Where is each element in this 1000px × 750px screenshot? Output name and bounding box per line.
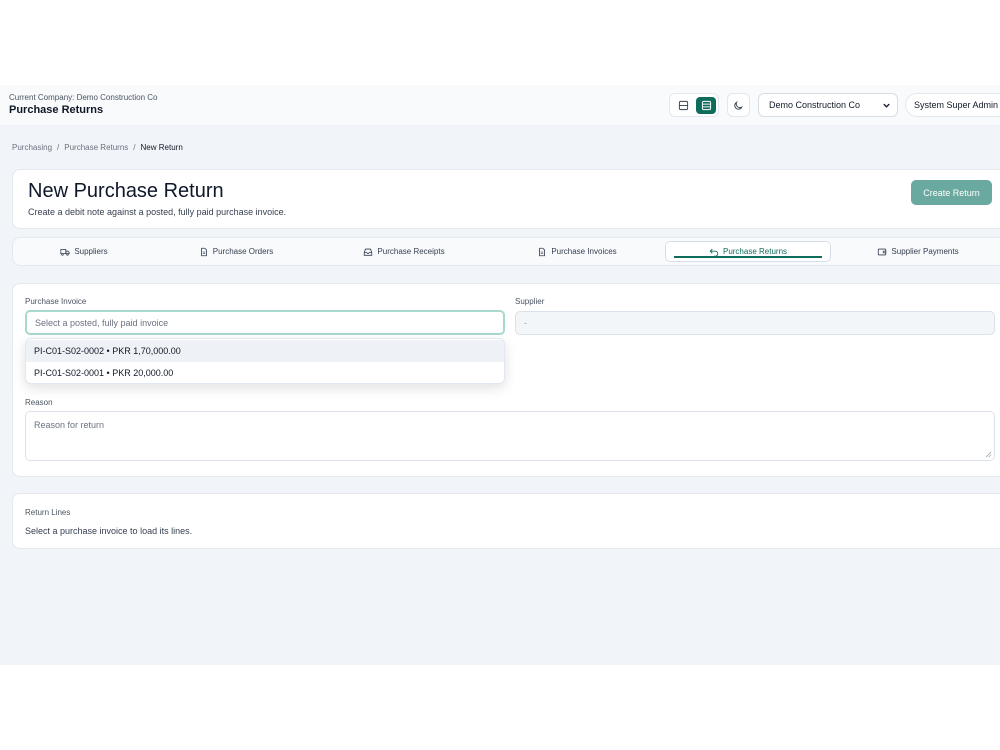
form-subtitle: Create a debit note against a posted, fu… xyxy=(28,207,287,217)
tab-supplier-payments[interactable]: Supplier Payments xyxy=(843,241,993,262)
theme-toggle-button[interactable] xyxy=(727,93,750,117)
breadcrumb-current: New Return xyxy=(140,143,183,152)
invoice-option[interactable]: PI-C01-S02-0001 • PKR 20,000.00 xyxy=(26,362,504,383)
layout-split-button[interactable] xyxy=(673,97,693,114)
return-lines-title: Return Lines xyxy=(25,508,71,517)
truck-icon xyxy=(60,248,70,256)
company-select[interactable]: Demo Construction Co xyxy=(758,93,898,117)
tab-label: Purchase Orders xyxy=(212,247,274,256)
purchase-invoice-placeholder: Select a posted, fully paid invoice xyxy=(35,317,169,328)
create-return-button[interactable]: Create Return xyxy=(911,180,992,205)
tab-label: Purchase Receipts xyxy=(377,247,445,256)
tab-purchase-invoices[interactable]: Purchase Invoices xyxy=(500,241,654,262)
tab-suppliers[interactable]: Suppliers xyxy=(21,241,147,262)
breadcrumb: Purchasing / Purchase Returns / New Retu… xyxy=(12,143,183,152)
purchase-invoice-label: Purchase Invoice xyxy=(25,297,87,306)
supplier-value: - xyxy=(524,318,527,328)
inbox-icon xyxy=(364,248,373,256)
breadcrumb-separator: / xyxy=(133,143,136,152)
list-layout-icon xyxy=(701,100,711,111)
tab-label: Suppliers xyxy=(74,247,108,256)
page-title: Purchase Returns xyxy=(9,104,104,116)
invoice-dropdown: PI-C01-S02-0002 • PKR 1,70,000.00 PI-C01… xyxy=(25,338,505,384)
invoice-option[interactable]: PI-C01-S02-0002 • PKR 1,70,000.00 xyxy=(26,340,504,362)
active-tab-indicator xyxy=(674,256,822,258)
page-header-card: New Purchase Return Create a debit note … xyxy=(12,169,1000,229)
tab-label: Purchase Invoices xyxy=(551,247,617,256)
breadcrumb-purchase-returns[interactable]: Purchase Returns xyxy=(64,143,128,152)
purchase-invoice-select[interactable]: Select a posted, fully paid invoice xyxy=(25,310,505,335)
company-select-value: Demo Construction Co xyxy=(769,100,861,110)
wallet-icon xyxy=(878,248,887,255)
breadcrumb-purchasing[interactable]: Purchasing xyxy=(12,143,52,152)
top-bar: Current Company: Demo Construction Co Pu… xyxy=(0,85,1000,126)
return-lines-empty-message: Select a purchase invoice to load its li… xyxy=(25,526,193,536)
tab-purchase-receipts[interactable]: Purchase Receipts xyxy=(329,241,479,262)
user-menu[interactable]: System Super Admin xyxy=(905,93,1000,117)
layout-list-button[interactable] xyxy=(696,97,716,114)
form-title: New Purchase Return xyxy=(28,180,224,202)
tab-label: Purchase Returns xyxy=(722,247,788,256)
supplier-field: - xyxy=(515,311,995,335)
resize-handle-icon[interactable] xyxy=(985,451,992,458)
app-shell: Current Company: Demo Construction Co Pu… xyxy=(0,85,1000,665)
chevron-down-icon xyxy=(883,103,890,108)
supplier-label: Supplier xyxy=(515,297,545,306)
return-lines-card: Return Lines Select a purchase invoice t… xyxy=(12,493,1000,549)
layout-toggle-group xyxy=(669,93,719,117)
reason-label: Reason xyxy=(25,398,53,407)
document-icon xyxy=(200,247,207,256)
user-name: System Super Admin xyxy=(914,100,999,110)
reason-placeholder: Reason for return xyxy=(34,420,105,430)
document-icon xyxy=(539,247,546,256)
moon-icon xyxy=(734,100,743,110)
reason-textarea[interactable]: Reason for return xyxy=(25,411,995,461)
breadcrumb-separator: / xyxy=(57,143,60,152)
tab-label: Supplier Payments xyxy=(891,247,959,256)
split-layout-icon xyxy=(678,100,688,111)
tab-purchase-returns[interactable]: Purchase Returns xyxy=(665,241,831,262)
return-form-card: Purchase Invoice Select a posted, fully … xyxy=(12,283,1000,477)
current-company-label: Current Company: Demo Construction Co xyxy=(9,93,158,102)
return-arrow-icon xyxy=(709,248,719,257)
module-tabs: Suppliers Purchase Orders Purchase Recei… xyxy=(12,237,1000,266)
tab-purchase-orders[interactable]: Purchase Orders xyxy=(163,241,309,262)
